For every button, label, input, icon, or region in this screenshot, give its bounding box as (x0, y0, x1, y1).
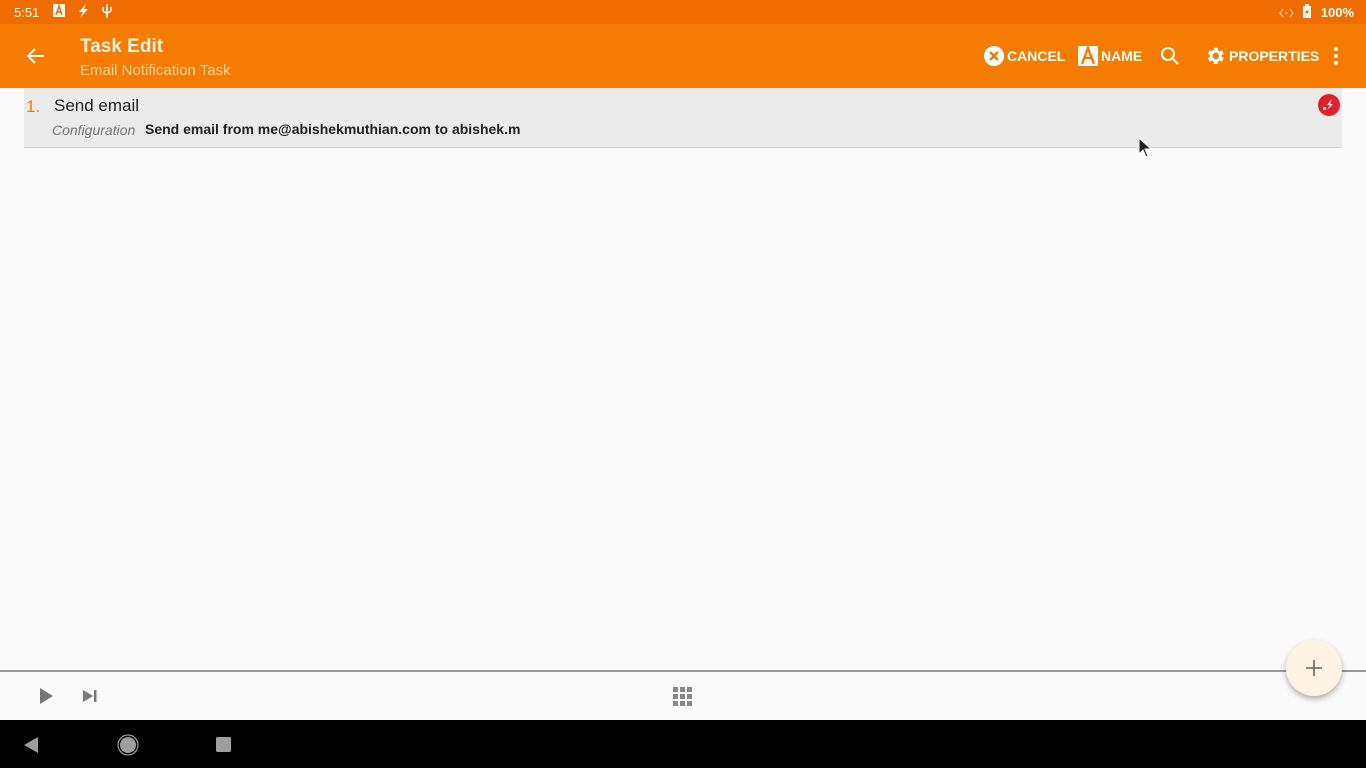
apps-grid-icon (673, 687, 692, 706)
flash-icon (77, 4, 89, 21)
back-button[interactable] (22, 42, 50, 70)
nav-recents-button[interactable] (216, 737, 232, 758)
accessibility-a-icon (53, 3, 65, 20)
search-icon (1161, 47, 1179, 65)
properties-button[interactable]: PROPERTIES (1204, 44, 1319, 68)
usb-icon (101, 4, 113, 21)
step-button[interactable] (82, 688, 98, 709)
more-options-button[interactable] (1328, 44, 1347, 68)
system-nav-bar (0, 720, 1366, 768)
cancel-label: CANCEL (1007, 48, 1066, 64)
configuration-label: Configuration (52, 122, 136, 138)
more-vert-icon (1334, 47, 1338, 65)
play-icon (40, 688, 53, 704)
add-action-button[interactable] (1286, 640, 1342, 696)
action-name: Send email (54, 96, 140, 115)
search-button[interactable] (1160, 44, 1183, 68)
action-number: 1. (26, 97, 41, 116)
plus-icon (1306, 660, 1322, 676)
battery-level: 100% (1320, 5, 1354, 20)
page-title: Task Edit (80, 36, 164, 57)
mouse-cursor (1138, 136, 1154, 164)
data-transfer-icon (1279, 6, 1294, 21)
error-plugin-icon[interactable] (1318, 94, 1340, 116)
status-time: 5:51 (14, 5, 40, 20)
name-a-icon (1078, 46, 1098, 66)
app-bar: Task Edit Email Notification Task CANCEL… (0, 24, 1366, 88)
nav-back-button[interactable] (23, 736, 39, 759)
nav-recents-icon (216, 737, 231, 752)
name-button[interactable]: NAME (1078, 44, 1142, 68)
nav-back-icon (24, 737, 38, 753)
page-subtitle: Email Notification Task (80, 62, 231, 79)
skip-next-icon (83, 690, 97, 702)
nav-home-icon (117, 734, 139, 756)
cancel-icon (984, 46, 1004, 66)
arrow-back-icon (26, 48, 44, 64)
name-label: NAME (1101, 48, 1143, 64)
nav-home-button[interactable] (117, 734, 139, 761)
bottom-toolbar (0, 670, 1366, 722)
battery-charging-icon (1303, 4, 1311, 21)
cancel-button[interactable]: CANCEL (984, 44, 1065, 68)
apps-grid-button[interactable] (673, 687, 693, 712)
status-bar: 5:51 100% (0, 0, 1366, 24)
properties-label: PROPERTIES (1229, 48, 1320, 64)
gear-icon (1207, 47, 1224, 64)
configuration-value: Send email from me@abishekmuthian.com to… (145, 121, 521, 137)
play-button[interactable] (38, 687, 54, 710)
